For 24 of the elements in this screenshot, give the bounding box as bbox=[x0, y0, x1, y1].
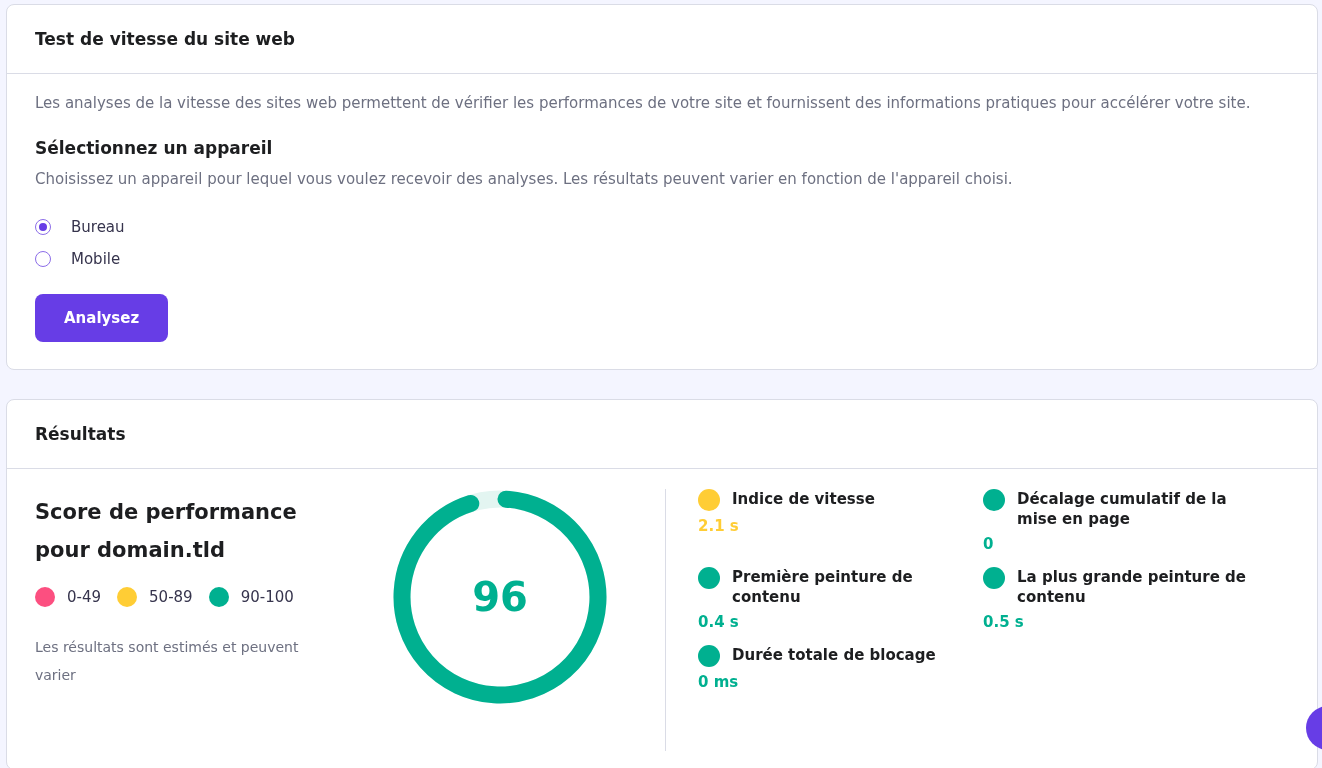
estimate-note: Les résultats sont estimés et peuvent varier bbox=[35, 638, 300, 685]
card-title: Test de vitesse du site web bbox=[7, 5, 1317, 74]
metric-name: Première peinture de contenu bbox=[732, 567, 914, 607]
metric-name: Décalage cumulatif de la mise en page bbox=[1017, 489, 1228, 529]
metric-value: 0 bbox=[983, 535, 995, 553]
score-title: Score de performance pour domain.tld bbox=[35, 499, 298, 564]
description-text: Les analyses de la vitesse des sites web permettent de vérifier les performances de votre site et fournissent des informations pratiques pour accélérer votre site. bbox=[35, 94, 1251, 112]
metric-name: Indice de vitesse bbox=[732, 489, 876, 509]
device-hint-text: Choisissez un appareil pour lequel vous voulez recevoir des analyses. Les résultats peuvent varier en fonction de l'appareil choisi. bbox=[35, 170, 1013, 188]
analyze-button[interactable]: Analysez bbox=[35, 294, 169, 342]
metric-value: 2.1 s bbox=[698, 517, 740, 535]
legend-label: 50-89 bbox=[149, 588, 193, 606]
legend-label: 90-100 bbox=[240, 588, 294, 606]
metric-value: 0.5 s bbox=[983, 613, 1025, 631]
metric-name: Durée totale de blocage bbox=[732, 645, 937, 665]
card-title: Résultats bbox=[7, 400, 1317, 469]
radio-label[interactable]: Bureau bbox=[71, 218, 125, 236]
score-value: 96 bbox=[472, 574, 528, 620]
metric-value: 0.4 s bbox=[698, 613, 740, 631]
legend-label: 0-49 bbox=[67, 588, 102, 606]
metric-value: 0 ms bbox=[698, 673, 740, 691]
radio-label[interactable]: Mobile bbox=[71, 250, 121, 268]
device-heading: Sélectionnez un appareil bbox=[35, 138, 273, 158]
metric-name: La plus grande peinture de contenu bbox=[1017, 567, 1247, 607]
